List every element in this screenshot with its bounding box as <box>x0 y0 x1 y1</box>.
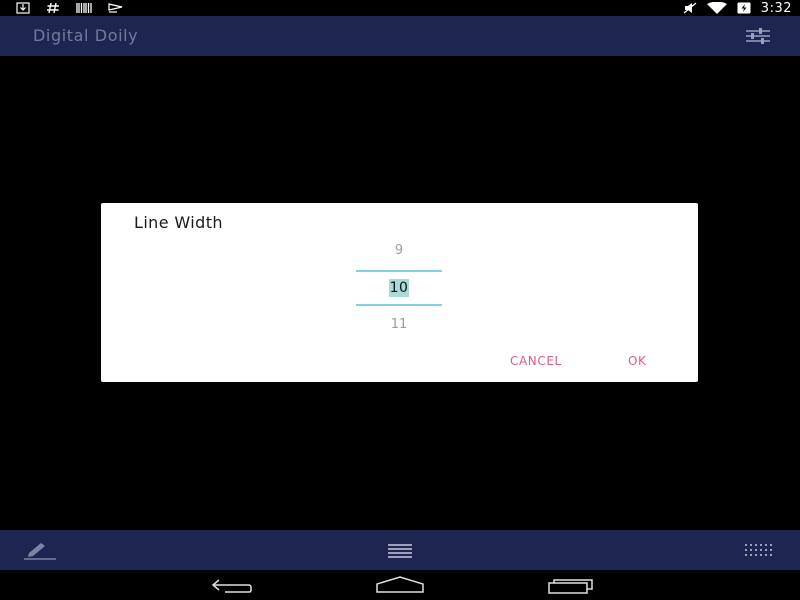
barcode-icon <box>76 3 92 13</box>
pencil-icon[interactable] <box>24 540 56 560</box>
sync-icon <box>108 3 123 13</box>
mute-icon <box>683 2 697 14</box>
picker-current-text[interactable]: 10 <box>388 279 410 297</box>
status-right-icons: 3:32 <box>683 0 792 16</box>
screen: 3:32 Digital Doily Line Width 9 10 11 CA… <box>0 0 800 600</box>
grid-dots-icon[interactable] <box>744 540 776 560</box>
download-icon <box>16 2 30 14</box>
picker-next-value[interactable]: 11 <box>356 317 442 332</box>
status-time: 3:32 <box>760 0 792 16</box>
hash-icon <box>47 2 59 14</box>
picker-divider-top <box>356 270 442 272</box>
status-bar: 3:32 <box>0 0 800 16</box>
back-icon[interactable] <box>205 575 255 595</box>
picker-divider-bottom <box>356 304 442 306</box>
app-title: Digital Doily <box>33 26 139 45</box>
bottom-toolbar <box>0 530 800 570</box>
menu-lines-icon[interactable] <box>384 540 416 560</box>
app-bar: Digital Doily <box>0 16 800 56</box>
number-picker[interactable]: 9 10 11 <box>356 237 442 337</box>
status-left-icons <box>16 0 124 16</box>
wifi-icon <box>706 2 727 14</box>
cancel-button[interactable]: CANCEL <box>510 354 562 368</box>
line-width-dialog: Line Width 9 10 11 CANCEL OK <box>101 203 698 382</box>
home-icon[interactable] <box>375 575 425 595</box>
battery-charging-icon <box>737 2 751 14</box>
sliders-icon[interactable] <box>746 28 770 44</box>
navigation-bar <box>0 570 800 600</box>
recents-icon[interactable] <box>545 575 595 595</box>
dialog-title: Line Width <box>134 213 223 232</box>
ok-button[interactable]: OK <box>628 354 647 368</box>
picker-previous-value[interactable]: 9 <box>356 243 442 258</box>
picker-current-value[interactable]: 10 <box>356 277 442 299</box>
